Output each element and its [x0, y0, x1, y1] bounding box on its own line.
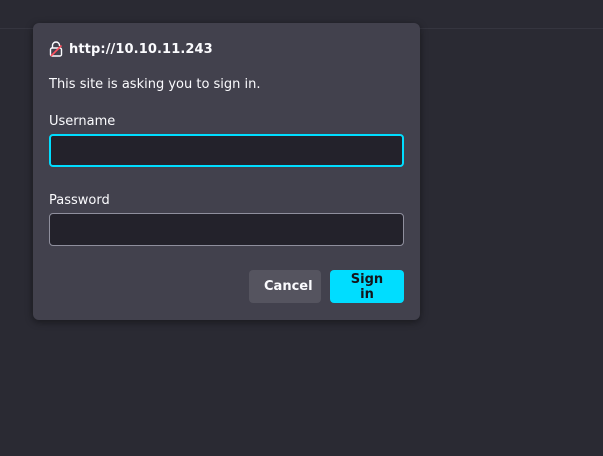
- dialog-header: http://10.10.11.243: [49, 40, 404, 58]
- password-label: Password: [49, 193, 110, 208]
- password-input[interactable]: [49, 213, 404, 246]
- username-label: Username: [49, 114, 116, 129]
- cancel-button[interactable]: Cancel: [249, 270, 321, 303]
- sign-in-button[interactable]: Sign in: [330, 270, 404, 303]
- browser-content: http://10.10.11.243 This site is asking …: [0, 0, 603, 456]
- dialog-buttons: Cancel Sign in: [249, 270, 404, 303]
- origin-url: http://10.10.11.243: [69, 41, 213, 57]
- prompt-message: This site is asking you to sign in.: [49, 77, 261, 92]
- lock-icon: [49, 41, 63, 57]
- username-input[interactable]: [49, 134, 404, 167]
- auth-dialog: http://10.10.11.243 This site is asking …: [33, 23, 420, 320]
